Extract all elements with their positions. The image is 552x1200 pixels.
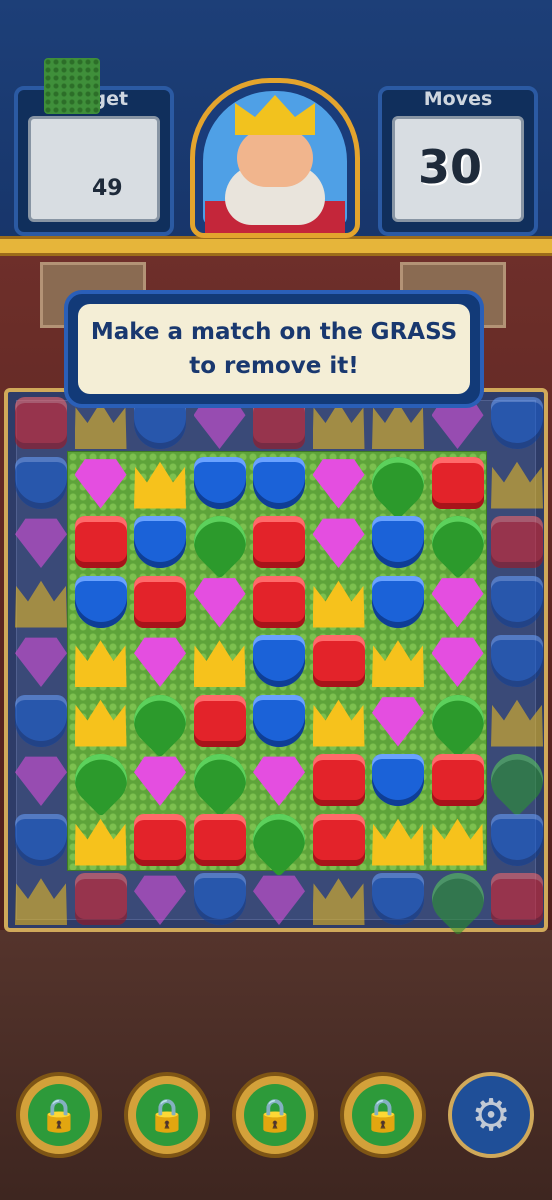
blue-piece[interactable]: [491, 813, 543, 866]
red-piece[interactable]: [312, 813, 365, 866]
blue-piece[interactable]: [74, 575, 127, 628]
blue-piece[interactable]: [134, 516, 186, 568]
blue-piece[interactable]: [253, 635, 305, 687]
moves-title: Moves: [423, 88, 493, 110]
booster-slot-4[interactable]: 🔒: [340, 1072, 426, 1158]
target-box: [28, 116, 160, 222]
moves-count: 30: [417, 140, 482, 194]
red-piece[interactable]: [134, 575, 186, 628]
blue-piece[interactable]: [372, 575, 424, 628]
red-piece[interactable]: [431, 754, 484, 806]
settings-button[interactable]: ⚙: [448, 1072, 534, 1158]
booster-slot-1[interactable]: 🔒: [16, 1072, 102, 1158]
blue-piece[interactable]: [253, 456, 305, 509]
red-piece[interactable]: [491, 873, 543, 925]
red-piece[interactable]: [312, 754, 365, 806]
blue-piece[interactable]: [193, 456, 246, 509]
lock-icon: 🔒: [28, 1084, 90, 1146]
tutorial-tooltip[interactable]: Make a match on the GRASS to remove it!: [64, 290, 484, 408]
booster-slot-3[interactable]: 🔒: [232, 1072, 318, 1158]
gear-icon: ⚙: [471, 1089, 511, 1141]
blue-piece[interactable]: [253, 694, 305, 747]
red-piece[interactable]: [15, 397, 67, 449]
blue-piece[interactable]: [372, 873, 424, 925]
floor-background: [0, 930, 552, 1200]
lock-icon: 🔒: [136, 1084, 198, 1146]
booster-slot-2[interactable]: 🔒: [124, 1072, 210, 1158]
red-piece[interactable]: [74, 873, 127, 925]
blue-piece[interactable]: [372, 754, 424, 806]
lock-icon: 🔒: [352, 1084, 414, 1146]
red-piece[interactable]: [193, 694, 246, 747]
red-piece[interactable]: [253, 516, 305, 568]
blue-piece[interactable]: [15, 813, 67, 866]
red-piece[interactable]: [253, 575, 305, 628]
blue-piece[interactable]: [15, 694, 67, 747]
blue-piece[interactable]: [491, 397, 543, 449]
blue-piece[interactable]: [193, 873, 246, 925]
tooltip-line-1: Make a match on the GRASS: [90, 319, 458, 345]
blue-piece[interactable]: [372, 516, 424, 568]
red-piece[interactable]: [74, 516, 127, 568]
blue-piece[interactable]: [491, 635, 543, 687]
red-piece[interactable]: [431, 456, 484, 509]
red-piece[interactable]: [491, 516, 543, 568]
king-portrait-icon: [190, 78, 360, 238]
red-piece[interactable]: [312, 635, 365, 687]
grass-tile-icon: [44, 58, 100, 114]
blue-piece[interactable]: [491, 575, 543, 628]
red-piece[interactable]: [134, 813, 186, 866]
hud-band: [0, 236, 552, 256]
tooltip-line-2: to remove it!: [189, 353, 359, 379]
blue-piece[interactable]: [15, 456, 67, 509]
red-piece[interactable]: [193, 813, 246, 866]
target-count: 49: [92, 176, 123, 201]
lock-icon: 🔒: [244, 1084, 306, 1146]
